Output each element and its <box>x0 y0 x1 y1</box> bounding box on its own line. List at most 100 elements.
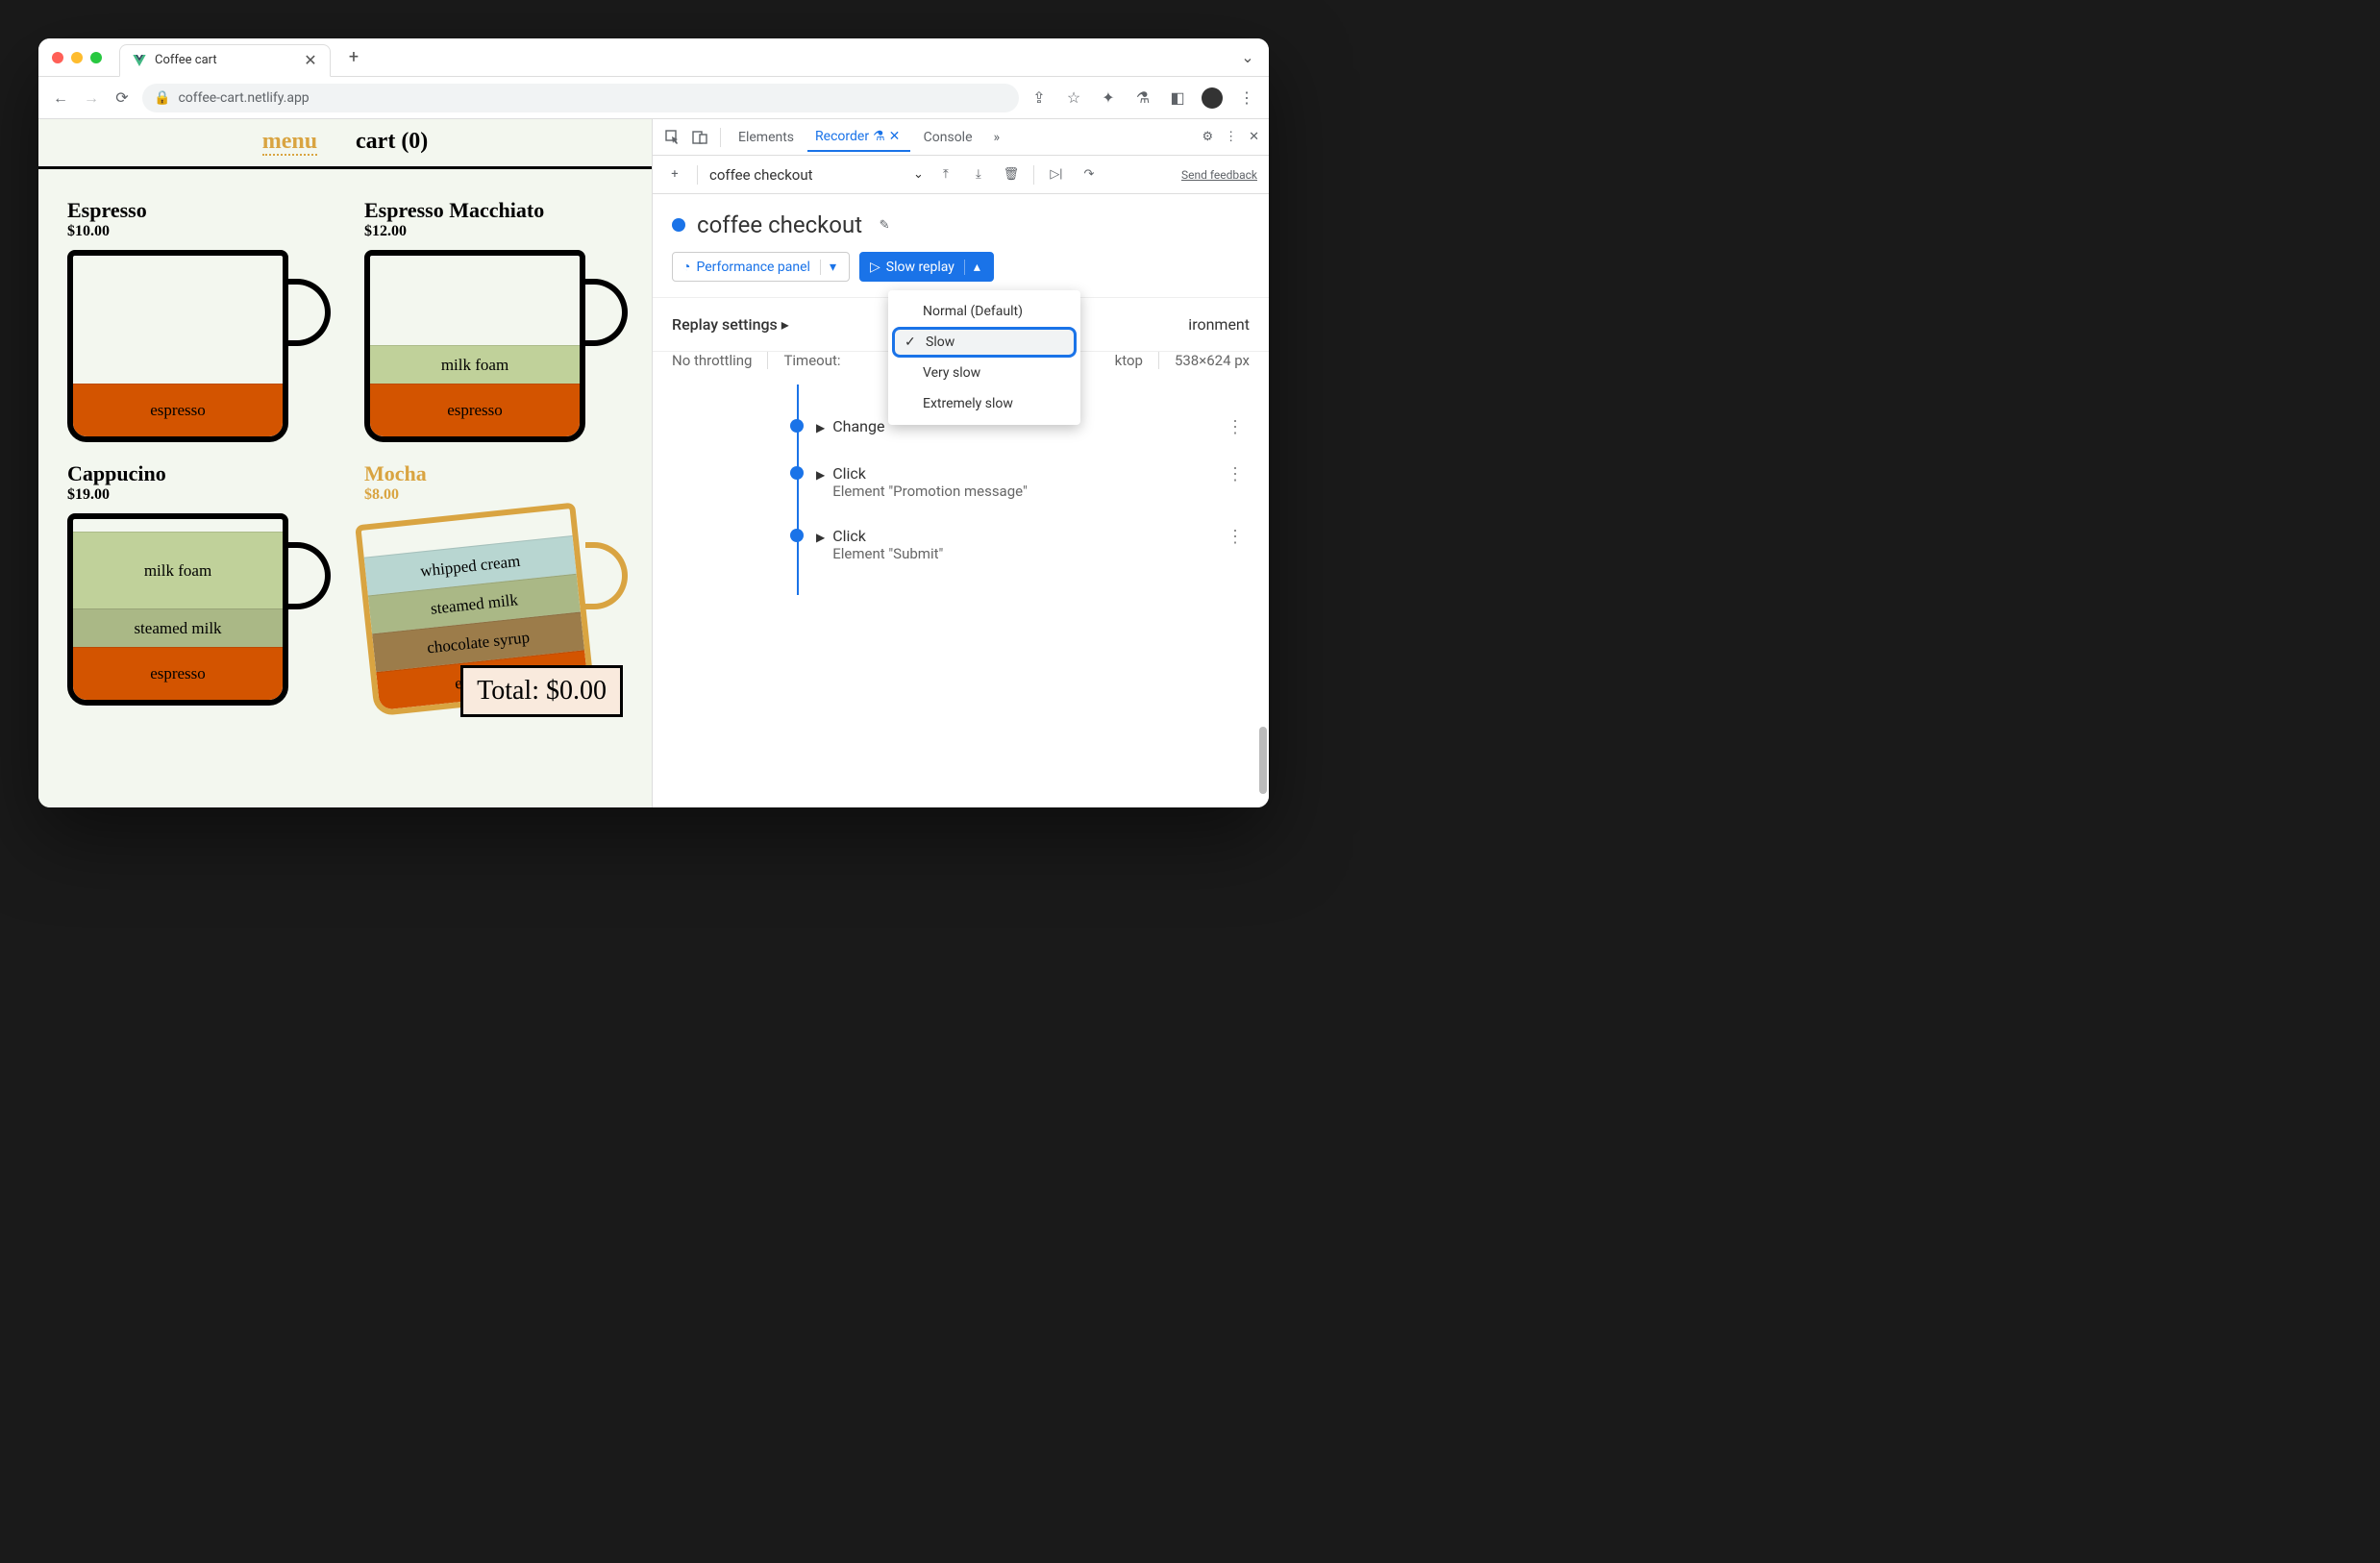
layer-milk-foam: milk foam <box>73 532 283 608</box>
step-dot-icon <box>790 466 804 480</box>
performance-panel-button[interactable]: ◔ Performance panel ▾ <box>672 252 850 282</box>
tab-console[interactable]: Console <box>916 124 980 151</box>
replay-settings-toggle[interactable]: Replay settings ▸ <box>672 315 789 334</box>
dropdown-item-normal[interactable]: Normal (Default) <box>888 296 1080 327</box>
devtools-panel: Elements Recorder ⚗ ✕ Console » ⚙ ⋮ ✕ + … <box>652 119 1269 807</box>
replay-speed-dropdown: Normal (Default) ✓ Slow Very slow Extrem… <box>888 290 1080 425</box>
lock-icon: 🔒 <box>154 90 170 106</box>
browser-menu-icon[interactable]: ⋮ <box>1236 87 1257 109</box>
recording-selector[interactable]: coffee checkout <box>709 162 902 187</box>
check-icon: ✓ <box>905 335 916 350</box>
inspect-icon[interactable] <box>662 127 683 148</box>
gauge-icon: ◔ <box>682 259 690 275</box>
device-value-partial[interactable]: ktop <box>1115 352 1143 369</box>
step-row[interactable]: ▶ Click Element "Submit" ⋮ <box>710 513 1250 576</box>
side-panel-icon[interactable]: ◧ <box>1167 87 1188 109</box>
close-tab-icon[interactable]: ✕ <box>303 53 318 68</box>
flask-icon: ⚗ <box>873 129 885 144</box>
step-menu-icon[interactable]: ⋮ <box>1227 417 1250 437</box>
maximize-window-button[interactable] <box>90 52 102 63</box>
dropdown-item-extremely-slow[interactable]: Extremely slow <box>888 388 1080 419</box>
product-price: $10.00 <box>67 223 326 240</box>
step-over-icon[interactable]: ↷ <box>1078 164 1100 186</box>
chevron-up-icon[interactable]: ▴ <box>964 260 983 275</box>
dropdown-item-very-slow[interactable]: Very slow <box>888 358 1080 388</box>
product-mug[interactable]: milk foam steamed milk espresso <box>67 513 288 706</box>
product-card-macchiato: Espresso Macchiato $12.00 milk foam espr… <box>364 198 623 442</box>
disclosure-icon[interactable]: ▶ <box>816 468 825 482</box>
mug-handle-icon <box>585 542 628 609</box>
reload-button[interactable]: ⟳ <box>112 87 133 109</box>
recording-header: coffee checkout ✎ <box>653 194 1269 252</box>
delete-icon[interactable]: 🗑 <box>1001 164 1022 186</box>
step-menu-icon[interactable]: ⋮ <box>1227 464 1250 484</box>
close-devtools-icon[interactable]: ✕ <box>1249 130 1259 144</box>
more-tabs-icon[interactable]: » <box>986 124 1008 151</box>
step-menu-icon[interactable]: ⋮ <box>1227 527 1250 547</box>
product-title: Espresso <box>67 198 326 223</box>
layer-steamed-milk: steamed milk <box>73 608 283 647</box>
labs-icon[interactable]: ⚗ <box>1132 87 1153 109</box>
timeout-label: Timeout: <box>783 352 840 369</box>
dimensions-value[interactable]: 538×624 px <box>1175 352 1250 369</box>
title-bar: Coffee cart ✕ + ⌄ <box>38 38 1269 77</box>
product-title: Mocha <box>364 461 623 486</box>
chevron-down-icon[interactable]: ▾ <box>820 260 839 275</box>
step-dot-icon <box>790 529 804 542</box>
product-mug[interactable]: milk foam espresso <box>364 250 585 442</box>
profile-avatar[interactable] <box>1202 87 1223 109</box>
tabs-menu-chevron-icon[interactable]: ⌄ <box>1240 50 1255 65</box>
share-icon[interactable]: ⇪ <box>1029 87 1050 109</box>
devtools-menu-icon[interactable]: ⋮ <box>1225 130 1237 144</box>
extensions-icon[interactable]: ✦ <box>1098 87 1119 109</box>
product-grid: Espresso $10.00 espresso Espresso Macchi… <box>38 169 652 725</box>
devtools-tab-bar: Elements Recorder ⚗ ✕ Console » ⚙ ⋮ ✕ <box>653 119 1269 156</box>
product-card-cappucino: Cappucino $19.00 milk foam steamed milk … <box>67 461 326 706</box>
step-replay-icon[interactable]: ▷| <box>1046 164 1067 186</box>
mug-handle-icon <box>585 279 628 346</box>
chevron-right-icon: ▸ <box>781 315 789 334</box>
step-title: Click <box>832 464 1219 483</box>
scrollbar[interactable] <box>1259 727 1267 794</box>
new-tab-button[interactable]: + <box>346 50 361 65</box>
close-window-button[interactable] <box>52 52 63 63</box>
settings-gear-icon[interactable]: ⚙ <box>1202 130 1213 144</box>
browser-tab[interactable]: Coffee cart ✕ <box>119 44 331 77</box>
layer-espresso: espresso <box>370 384 580 436</box>
bookmark-icon[interactable]: ☆ <box>1063 87 1084 109</box>
new-recording-button[interactable]: + <box>664 164 685 186</box>
tab-recorder[interactable]: Recorder ⚗ ✕ <box>807 123 910 152</box>
nav-cart-link[interactable]: cart (0) <box>356 129 428 154</box>
step-subtitle: Element "Submit" <box>832 545 1219 562</box>
layer-espresso: espresso <box>73 647 283 700</box>
minimize-window-button[interactable] <box>71 52 83 63</box>
mug-handle-icon <box>288 279 331 346</box>
send-feedback-link[interactable]: Send feedback <box>1181 168 1257 182</box>
device-toolbar-icon[interactable] <box>689 127 710 148</box>
replay-button[interactable]: ▷ Slow replay ▴ <box>859 252 994 282</box>
dropdown-item-slow[interactable]: ✓ Slow <box>892 327 1077 358</box>
close-tab-icon[interactable]: ✕ <box>889 129 903 144</box>
throttling-value[interactable]: No throttling <box>672 352 752 369</box>
nav-menu-link[interactable]: menu <box>262 129 317 156</box>
tab-title: Coffee cart <box>155 53 295 67</box>
disclosure-icon[interactable]: ▶ <box>816 531 825 544</box>
product-mug[interactable]: espresso <box>67 250 288 442</box>
step-title: Click <box>832 527 1219 545</box>
import-icon[interactable]: ⤓ <box>968 164 989 186</box>
disclosure-icon[interactable]: ▶ <box>816 421 825 434</box>
step-dot-icon <box>790 419 804 433</box>
total-box[interactable]: Total: $0.00 <box>460 665 623 717</box>
chevron-down-icon[interactable]: ⌄ <box>913 167 924 182</box>
step-row[interactable]: ▶ Click Element "Promotion message" ⋮ <box>710 451 1250 513</box>
product-title: Cappucino <box>67 461 326 486</box>
recording-name: coffee checkout <box>697 211 862 238</box>
address-bar[interactable]: 🔒 coffee-cart.netlify.app <box>142 84 1019 112</box>
forward-button[interactable]: → <box>81 87 102 109</box>
tab-elements[interactable]: Elements <box>731 124 802 151</box>
back-button[interactable]: ← <box>50 87 71 109</box>
export-icon[interactable]: ⤒ <box>935 164 956 186</box>
action-button-row: ◔ Performance panel ▾ ▷ Slow replay ▴ No… <box>653 252 1269 298</box>
app-page: menu cart (0) Espresso $10.00 espresso <box>38 119 652 807</box>
edit-name-icon[interactable]: ✎ <box>874 214 895 236</box>
